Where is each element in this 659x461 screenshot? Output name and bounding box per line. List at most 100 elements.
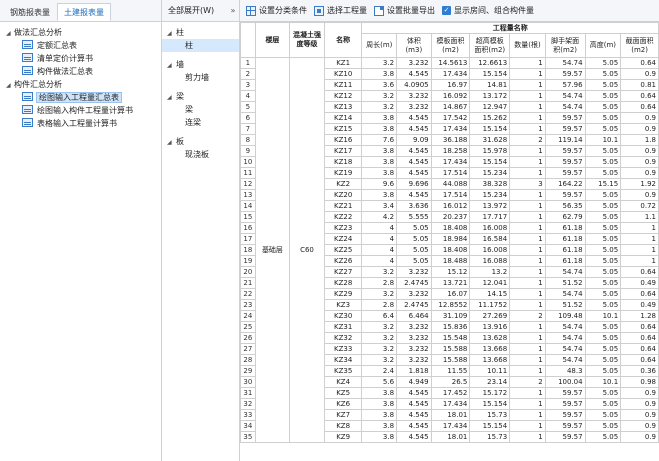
quantity-cell: 10.11 xyxy=(469,365,511,377)
select-quantity-label: 选择工程量 xyxy=(327,6,367,15)
tree-report-item[interactable]: 清单定价计算书 xyxy=(0,52,161,65)
component-tree-panel: 全部展开(W) » ◢ 柱柱 ◢ 墙剪力墙 ◢ 梁梁连梁 ◢ 板现浇板 xyxy=(162,0,240,461)
tree-report-item[interactable]: 表格输入工程量计算书 xyxy=(0,117,161,130)
quantity-cell: 1 xyxy=(509,431,546,443)
batch-export-button[interactable]: 设置批量导出 xyxy=(374,5,435,16)
quantity-cell: 17.434 xyxy=(430,420,471,432)
tree-item-label: 构件汇总分析 xyxy=(14,80,62,89)
quantity-cell: 3.232 xyxy=(396,57,432,69)
quantity-cell: 1 xyxy=(509,343,546,355)
quantity-cell: 12.8552 xyxy=(430,299,471,311)
quantity-cell: 0.9 xyxy=(620,398,659,410)
quantity-table-container[interactable]: 楼层 混凝土强度等级 名称 工程量名称 周长(m) 体积(m3) 模板面积(m2… xyxy=(240,22,659,461)
expand-all-dropdown[interactable]: 全部展开(W) xyxy=(168,5,227,16)
row-number: 18 xyxy=(240,244,256,256)
tree-report-item[interactable]: 定额汇总表 xyxy=(0,39,161,52)
quantity-cell: 0.36 xyxy=(620,365,659,377)
component-category[interactable]: ◢ 板 xyxy=(162,135,239,148)
row-number: 15 xyxy=(240,211,256,223)
tree-folder[interactable]: ◢ 构件汇总分析 xyxy=(0,78,161,91)
quantity-cell: 4 xyxy=(361,233,398,245)
height-header: 高度(m) xyxy=(584,33,622,58)
quantity-cell: 0.49 xyxy=(620,299,659,311)
quantity-cell: 1 xyxy=(509,321,546,333)
tab-civil-report[interactable]: 土建报表量 xyxy=(57,3,111,21)
row-number: 30 xyxy=(240,376,256,388)
quantity-cell: 1 xyxy=(509,266,546,278)
show-rooms-checkbox[interactable]: ✓ 显示房间、组合构件量 xyxy=(442,5,534,16)
component-name-cell: KZ20 xyxy=(323,189,363,201)
quantity-cell: 15.154 xyxy=(469,123,511,135)
quantity-cell: 5.05 xyxy=(584,112,622,124)
row-number: 9 xyxy=(240,145,256,157)
quantity-cell: 15.234 xyxy=(469,189,511,201)
quantity-cell: 9.696 xyxy=(396,178,432,190)
quantity-cell: 5.05 xyxy=(396,222,432,234)
quantity-cell: 18.01 xyxy=(430,431,471,443)
tree-report-item[interactable]: 绘图输入构件工程量计算书 xyxy=(0,104,161,117)
quantity-cell: 16.008 xyxy=(469,222,511,234)
quantity-cell: 3.636 xyxy=(396,200,432,212)
checkbox-checked-icon: ✓ xyxy=(442,6,451,15)
quantity-cell: 1 xyxy=(509,211,546,223)
quantity-cell: 4.545 xyxy=(396,409,432,421)
component-item[interactable]: 现浇板 xyxy=(162,148,239,161)
quantity-cell: 36.188 xyxy=(430,134,471,146)
row-number: 14 xyxy=(240,200,256,212)
report-icon xyxy=(22,105,33,114)
tab-rebar-report[interactable]: 钢筋报表量 xyxy=(3,3,57,21)
quantity-cell: 14.5613 xyxy=(430,57,471,69)
component-name-cell: KZ14 xyxy=(323,112,363,124)
quantity-cell: 1 xyxy=(620,222,659,234)
quantity-cell: 5.05 xyxy=(584,398,622,410)
component-item[interactable]: 梁 xyxy=(162,103,239,116)
expand-arrow-icon[interactable]: ◢ xyxy=(167,136,176,149)
quantity-cell: 5.05 xyxy=(584,211,622,223)
component-item[interactable]: 剪力墙 xyxy=(162,71,239,84)
select-quantity-button[interactable]: 选择工程量 xyxy=(314,5,367,16)
quantity-cell: 1 xyxy=(509,167,546,179)
component-item[interactable]: 柱 xyxy=(162,39,239,52)
quantity-cell: 1 xyxy=(620,233,659,245)
quantity-cell: 1 xyxy=(509,123,546,135)
component-category[interactable]: ◢ 墙 xyxy=(162,58,239,71)
component-label: 板 xyxy=(176,137,184,146)
quantity-cell: 5.05 xyxy=(584,167,622,179)
quantity-cell: 5.05 xyxy=(584,299,622,311)
quantity-table: 楼层 混凝土强度等级 名称 工程量名称 周长(m) 体积(m3) 模板面积(m2… xyxy=(240,22,659,443)
volume-header: 体积(m3) xyxy=(396,33,432,58)
quantity-cell: 14.15 xyxy=(469,288,511,300)
component-category[interactable]: ◢ 柱 xyxy=(162,26,239,39)
quantity-cell: 15.172 xyxy=(469,387,511,399)
quantity-cell: 1 xyxy=(509,79,546,91)
quantity-cell: 16.584 xyxy=(469,233,511,245)
tree-folder[interactable]: ◢ 做法汇总分析 xyxy=(0,26,161,39)
collapse-panel-icon[interactable]: » xyxy=(227,6,239,15)
quantity-cell: 1 xyxy=(509,57,546,69)
grade-cell: C60 xyxy=(289,57,325,443)
quantity-cell: 54.74 xyxy=(544,57,586,69)
component-name-cell: KZ28 xyxy=(323,277,363,289)
tree-report-item[interactable]: 构件做法汇总表 xyxy=(0,65,161,78)
quantity-cell: 51.52 xyxy=(544,299,586,311)
quantity-cell: 9.09 xyxy=(396,134,432,146)
set-category-button[interactable]: 设置分类条件 xyxy=(246,5,307,16)
component-name-cell: KZ33 xyxy=(323,343,363,355)
expand-arrow-icon[interactable]: ◢ xyxy=(167,59,176,72)
tree-item-label: 清单定价计算书 xyxy=(37,54,93,63)
quantity-cell: 59.57 xyxy=(544,123,586,135)
component-item[interactable]: 连梁 xyxy=(162,116,239,129)
expand-arrow-icon[interactable]: ◢ xyxy=(167,91,176,104)
table-row[interactable]: 1 基础层 C60 KZ1 3.2 3.232 14.5613 12.6613 1 54.74 5.… xyxy=(240,57,659,443)
expand-arrow-icon[interactable]: ◢ xyxy=(167,27,176,40)
report-icon xyxy=(22,118,33,127)
row-number: 19 xyxy=(240,255,256,267)
component-label: 柱 xyxy=(176,28,184,37)
quantity-cell: 61.18 xyxy=(544,233,586,245)
component-name-cell: KZ35 xyxy=(323,365,363,377)
quantity-cell: 1 xyxy=(509,101,546,113)
quantity-cell: 3.2 xyxy=(361,321,398,333)
quantity-cell: 59.57 xyxy=(544,387,586,399)
component-category[interactable]: ◢ 梁 xyxy=(162,90,239,103)
tree-report-item[interactable]: 绘图输入工程量汇总表 xyxy=(0,91,161,104)
